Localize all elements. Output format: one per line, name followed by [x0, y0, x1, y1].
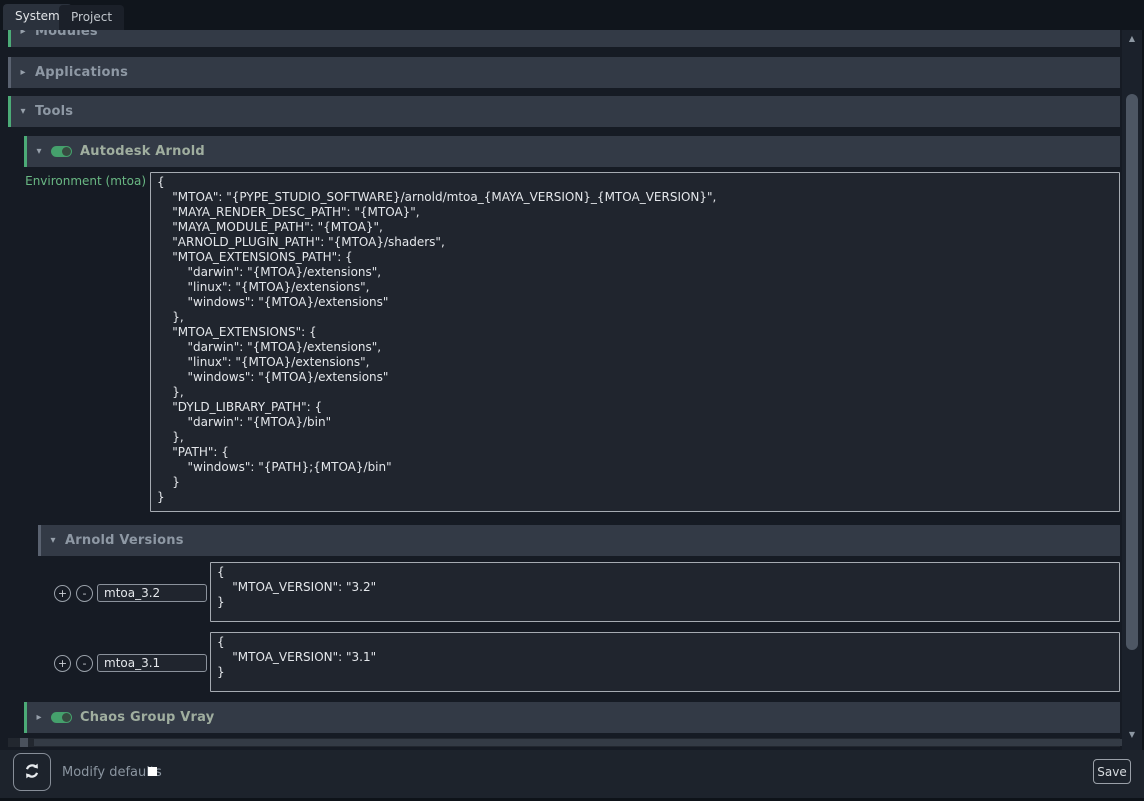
horizontal-scrollbar[interactable]	[8, 738, 1120, 747]
settings-scroll-area: ▸ Modules ▸ Applications ▾ Tools ▾ Autod…	[0, 30, 1122, 750]
refresh-button[interactable]	[13, 753, 51, 791]
section-title: Modules	[35, 30, 98, 39]
scroll-down-icon[interactable]: ▼	[1122, 728, 1142, 742]
section-header-arnold-versions[interactable]: ▾ Arnold Versions	[38, 525, 1120, 556]
tab-bar: System Project	[0, 0, 1144, 30]
version-json-editor[interactable]: { "MTOA_VERSION": "3.2" }	[210, 562, 1120, 622]
modify-defaults-checkbox[interactable]	[148, 767, 157, 776]
chevron-down-icon: ▾	[11, 106, 35, 117]
chevron-down-icon: ▾	[27, 146, 51, 157]
section-title: Applications	[35, 65, 128, 80]
remove-version-button[interactable]: -	[76, 655, 93, 672]
chevron-right-icon: ▸	[27, 712, 51, 723]
vray-enabled-toggle[interactable]	[51, 712, 72, 723]
arnold-enabled-toggle[interactable]	[51, 146, 72, 157]
section-title: Tools	[35, 104, 73, 119]
remove-version-button[interactable]: -	[76, 585, 93, 602]
add-version-button[interactable]: +	[54, 655, 71, 672]
refresh-icon	[23, 762, 41, 783]
vertical-scrollbar-thumb[interactable]	[1126, 94, 1138, 650]
version-name-input[interactable]	[97, 584, 207, 602]
environment-mtoa-label: Environment (mtoa)	[24, 174, 146, 188]
section-header-modules[interactable]: ▸ Modules	[8, 30, 1120, 47]
chevron-down-icon: ▾	[41, 535, 65, 546]
environment-mtoa-editor[interactable]: { "MTOA": "{PYPE_STUDIO_SOFTWARE}/arnold…	[150, 172, 1120, 512]
section-title: Chaos Group Vray	[80, 710, 214, 725]
save-button[interactable]: Save	[1093, 759, 1131, 784]
modify-defaults-label: Modify defaults	[62, 765, 162, 780]
chevron-right-icon: ▸	[11, 67, 35, 78]
horizontal-scrollbar-thumb[interactable]	[34, 739, 1122, 746]
horizontal-scrollbar-nub[interactable]	[20, 738, 28, 747]
scroll-up-icon[interactable]: ▲	[1122, 32, 1142, 46]
footer-bar: Modify defaults Save	[0, 750, 1144, 798]
section-title: Autodesk Arnold	[80, 144, 205, 159]
tab-project[interactable]: Project	[59, 5, 124, 30]
chevron-right-icon: ▸	[11, 30, 35, 37]
version-json-editor[interactable]: { "MTOA_VERSION": "3.1" }	[210, 632, 1120, 692]
vertical-scrollbar[interactable]: ▲ ▼	[1122, 30, 1142, 750]
section-header-chaos-group-vray[interactable]: ▸ Chaos Group Vray	[24, 702, 1120, 733]
version-name-input[interactable]	[97, 654, 207, 672]
add-version-button[interactable]: +	[54, 585, 71, 602]
section-header-tools[interactable]: ▾ Tools	[8, 96, 1120, 127]
section-header-applications[interactable]: ▸ Applications	[8, 57, 1120, 88]
section-header-autodesk-arnold[interactable]: ▾ Autodesk Arnold	[24, 136, 1120, 167]
section-title: Arnold Versions	[65, 533, 184, 548]
